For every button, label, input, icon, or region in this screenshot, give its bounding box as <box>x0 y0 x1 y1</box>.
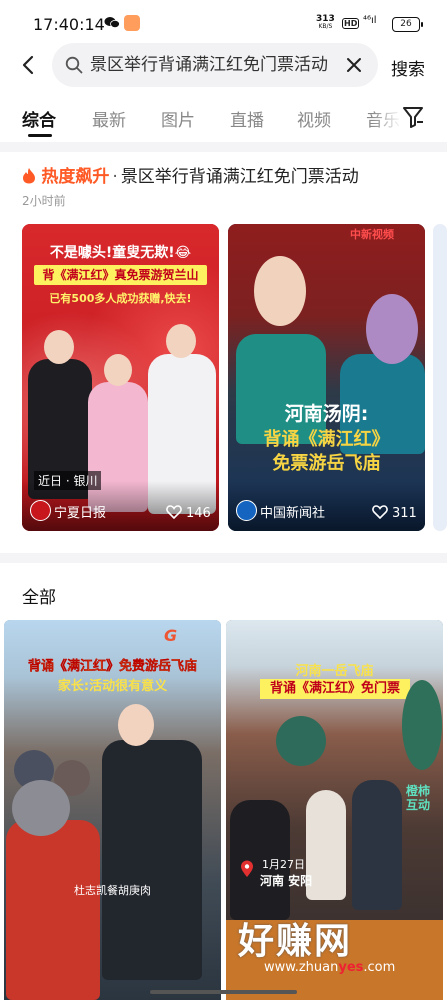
hot-badge: 热度飙升 <box>41 167 110 187</box>
video-headline: 背诵《满江红》免费游岳飞庙 <box>27 659 197 674</box>
source-avatar <box>30 500 51 521</box>
media-logo: G <box>164 626 178 645</box>
video-card[interactable]: 不是噱头!童叟无欺!😂 背《满江红》真免票游贺兰山 已有500多人成功获赠,快去… <box>22 224 219 531</box>
tab-live[interactable]: 直播 <box>230 106 264 131</box>
video-subheadline: 家长:活动很有意义 <box>57 679 168 694</box>
active-tab-indicator <box>28 134 52 137</box>
person-head <box>366 294 418 364</box>
battery-level: 26 <box>400 19 412 29</box>
card-tagline: 已有500多人成功获赠,快去! <box>49 292 192 305</box>
heart-icon[interactable] <box>166 505 182 519</box>
speed-value: 313 <box>316 14 335 24</box>
hot-topic-text: 景区举行背诵满江红免门票活动 <box>120 167 359 187</box>
crowd-figure <box>402 680 442 770</box>
tab-fade <box>372 100 402 140</box>
video-card[interactable]: G 背诵《满江红》免费游岳飞庙 家长:活动很有意义 杜志凯餐胡庚肉 <box>4 620 221 1000</box>
wechat-icon <box>104 17 120 28</box>
person-head <box>254 256 306 326</box>
tab-images[interactable]: 图片 <box>161 106 195 131</box>
tab-latest[interactable]: 最新 <box>92 106 126 131</box>
video-location: 河南 安阳 <box>260 874 313 888</box>
person-figure <box>102 740 202 980</box>
hd-badge: HD <box>342 18 360 29</box>
person-head <box>104 354 132 386</box>
home-indicator[interactable] <box>150 990 297 994</box>
app-notification-icon <box>124 15 140 31</box>
video-subheadline: 背诵《满江红》免门票 <box>260 679 410 699</box>
watermark-url-highlight: yes <box>338 960 364 975</box>
tab-video[interactable]: 视频 <box>297 106 331 131</box>
card-subheadline: 背《满江红》真免票游贺兰山 <box>34 265 207 285</box>
card-subheadline: 背诵《满江红》 <box>263 429 390 450</box>
person-head <box>166 324 196 358</box>
location-pin-icon <box>241 860 253 877</box>
media-side-label: 橙柿互动 <box>406 784 431 812</box>
network-speed: 313 KB/S <box>316 15 335 31</box>
person-head <box>44 330 74 364</box>
watermark-logo: 好赚网 <box>238 921 353 962</box>
video-headline: 河南一岳飞庙 <box>295 664 374 679</box>
person-figure <box>352 780 402 910</box>
back-arrow-icon[interactable] <box>18 54 40 76</box>
speed-unit: KB/S <box>318 23 333 30</box>
search-input[interactable]: 景区举行背诵满江红免门票活动 <box>90 54 337 76</box>
card-headline: 不是噱头!童叟无欺!😂 <box>49 245 192 261</box>
like-count: 146 <box>186 506 211 521</box>
crowd-figure <box>276 716 326 766</box>
search-box[interactable]: 景区举行背诵满江红免门票活动 <box>52 43 378 87</box>
section-divider <box>0 553 447 563</box>
like-count: 311 <box>392 506 417 521</box>
separator-dot: · <box>112 167 118 187</box>
card-tagline: 免票游岳飞庙 <box>272 453 381 474</box>
close-icon[interactable] <box>346 57 362 73</box>
watermark-url-suffix: .com <box>363 960 396 975</box>
person-head <box>12 780 70 836</box>
card-headline: 河南汤阴: <box>284 403 369 425</box>
watermark-url-prefix: www.zhuan <box>264 960 339 975</box>
flame-icon <box>23 168 35 184</box>
source-avatar <box>236 500 257 521</box>
search-icon <box>65 56 83 74</box>
section-title: 全部 <box>22 588 56 608</box>
person-figure <box>6 820 100 1000</box>
source-name[interactable]: 中国新闻社 <box>260 502 325 521</box>
video-date: 1月27日 <box>262 858 305 871</box>
video-card-partial[interactable] <box>433 224 447 531</box>
video-card[interactable]: 中新视频 河南汤阴: 背诵《满江红》 免票游岳飞庙 中国新闻社 311 <box>228 224 425 531</box>
watermark-url: www.zhuanyes.com <box>264 960 395 975</box>
signal-icon: ⁴⁶ıl <box>363 15 377 26</box>
heart-icon[interactable] <box>372 505 388 519</box>
post-time: 2小时前 <box>22 194 66 208</box>
person-head <box>118 704 154 746</box>
status-time: 17:40:14 <box>33 15 105 34</box>
tab-comprehensive[interactable]: 综合 <box>22 106 56 131</box>
media-logo: 中新视频 <box>350 228 394 241</box>
filter-icon[interactable] <box>402 105 424 129</box>
hot-topic-title[interactable]: 热度飙升 · 景区举行背诵满江红免门票活动 <box>22 162 359 187</box>
battery-icon: 26 <box>392 17 423 32</box>
video-caption: 杜志凯餐胡庚肉 <box>74 884 151 897</box>
section-divider <box>0 142 447 152</box>
search-button[interactable]: 搜索 <box>391 55 425 80</box>
watermark: 好赚网 www.zhuanyes.com <box>228 912 438 992</box>
source-name[interactable]: 宁夏日报 <box>54 502 106 521</box>
